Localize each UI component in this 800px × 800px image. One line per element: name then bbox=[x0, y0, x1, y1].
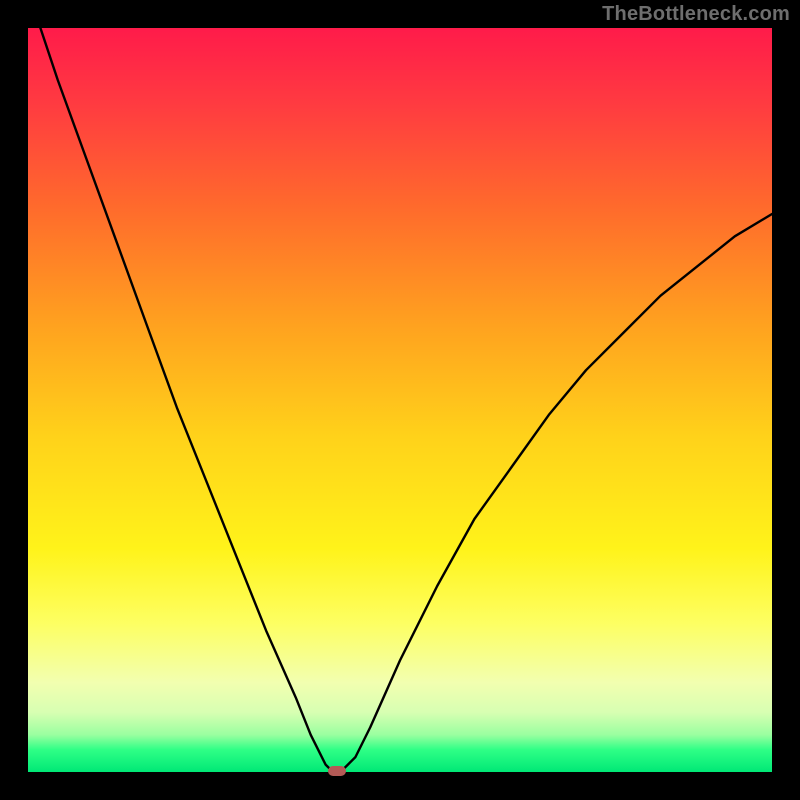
chart-frame: TheBottleneck.com bbox=[0, 0, 800, 800]
bottleneck-curve bbox=[28, 28, 772, 772]
plot-area bbox=[28, 28, 772, 772]
minimum-marker bbox=[328, 766, 346, 776]
watermark-text: TheBottleneck.com bbox=[602, 3, 790, 26]
